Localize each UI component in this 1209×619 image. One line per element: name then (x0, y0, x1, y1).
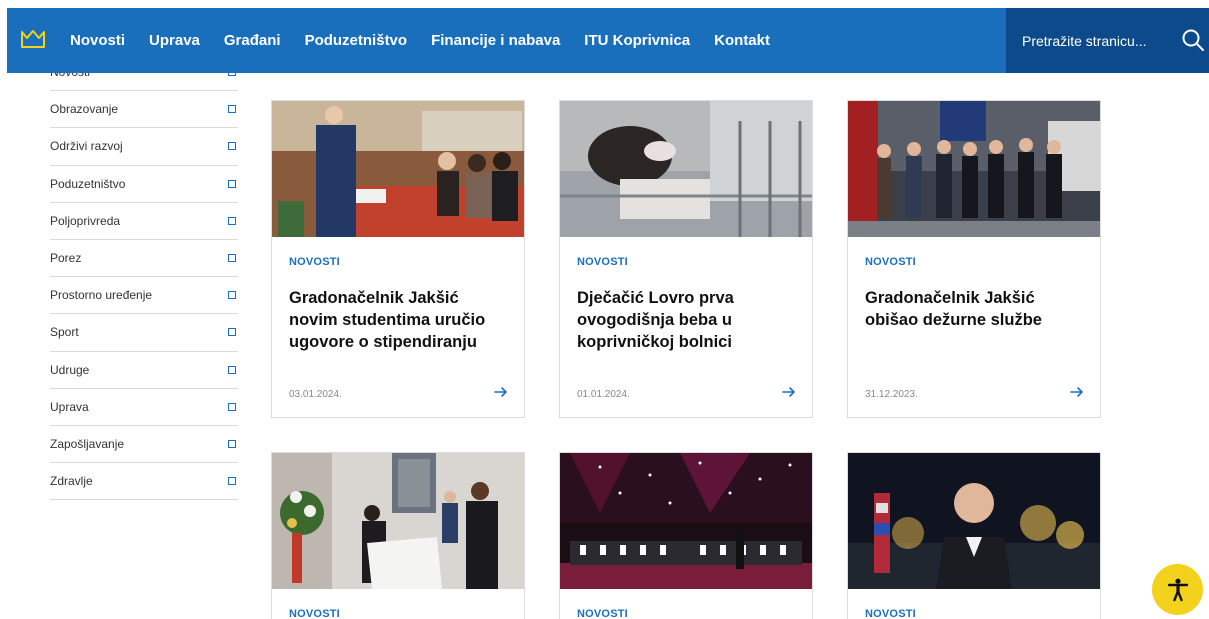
card-title[interactable]: Gradonačelnik Jakšić obišao dežurne služ… (865, 287, 1087, 331)
card-category[interactable]: NOVOSTI (577, 608, 628, 619)
card-date: 31.12.2023. (865, 389, 918, 400)
news-card[interactable]: NOVOSTI Gradonačelnik Jakšić obišao dežu… (847, 100, 1101, 418)
checkbox-icon[interactable] (228, 254, 236, 263)
news-image[interactable] (272, 453, 524, 589)
sidebar-item-label: Porez (50, 251, 82, 266)
card-category[interactable]: NOVOSTI (289, 608, 340, 619)
card-category[interactable]: NOVOSTI (577, 256, 628, 268)
news-image[interactable] (560, 101, 812, 237)
news-image[interactable] (848, 101, 1100, 237)
card-date: 03.01.2024. (289, 389, 342, 400)
sidebar-item-label: Poljoprivreda (50, 213, 121, 228)
sidebar-item-prostorno-uredenje[interactable]: Prostorno uređenje (50, 277, 238, 315)
site-header: Novosti Uprava Građani Poduzetništvo Fin… (7, 8, 1209, 73)
news-card[interactable]: NOVOSTI (559, 452, 813, 619)
nav-uprava[interactable]: Uprava (149, 32, 200, 49)
sidebar-item-odrzivi-razvoj[interactable]: Održivi razvoj (50, 128, 238, 166)
nav-kontakt[interactable]: Kontakt (714, 32, 770, 49)
checkbox-icon[interactable] (228, 179, 236, 188)
checkbox-icon[interactable] (228, 402, 236, 411)
news-card[interactable]: NOVOSTI Gradonačelnik Jakšić novim stude… (271, 100, 525, 418)
card-category[interactable]: NOVOSTI (865, 256, 916, 268)
sidebar-item-label: Poduzetništvo (50, 176, 126, 191)
nav-financije-i-nabava[interactable]: Financije i nabava (431, 32, 560, 49)
card-date: 01.01.2024. (577, 389, 630, 400)
checkbox-icon[interactable] (228, 477, 236, 486)
news-card[interactable]: NOVOSTI (847, 452, 1101, 619)
accessibility-button[interactable] (1152, 564, 1203, 615)
arrow-right-icon[interactable] (782, 385, 796, 399)
card-category[interactable]: NOVOSTI (865, 608, 916, 619)
nav-gradani[interactable]: Građani (224, 32, 281, 49)
arrow-right-icon[interactable] (1070, 385, 1084, 399)
checkbox-icon[interactable] (228, 291, 236, 300)
news-card[interactable]: NOVOSTI (271, 452, 525, 619)
sidebar-item-label: Udruge (50, 362, 90, 377)
sidebar-item-uprava[interactable]: Uprava (50, 389, 238, 426)
accessibility-icon (1167, 578, 1188, 601)
sidebar-item-udruge[interactable]: Udruge (50, 352, 238, 389)
sidebar-item-zaposljavanje[interactable]: Zapošljavanje (50, 426, 238, 464)
checkbox-icon[interactable] (228, 142, 236, 151)
sidebar-item-obrazovanje[interactable]: Obrazovanje (50, 91, 238, 129)
nav-itu-koprivnica[interactable]: ITU Koprivnica (584, 32, 690, 49)
arrow-right-icon[interactable] (494, 385, 508, 399)
sidebar-item-label: Održivi razvoj (50, 139, 123, 154)
crown-icon[interactable] (20, 28, 46, 50)
checkbox-icon[interactable] (228, 216, 236, 225)
card-title[interactable]: Dječačić Lovro prva ovogodišnja beba u k… (577, 287, 799, 353)
sidebar-item-label: Zapošljavanje (50, 436, 125, 451)
news-image[interactable] (272, 101, 524, 237)
category-sidebar: Novosti Obrazovanje Održivi razvoj Poduz… (50, 54, 238, 501)
checkbox-icon[interactable] (228, 328, 236, 337)
checkbox-icon[interactable] (228, 439, 236, 448)
main-nav: Novosti Uprava Građani Poduzetništvo Fin… (70, 8, 794, 73)
card-title[interactable]: Gradonačelnik Jakšić novim studentima ur… (289, 287, 511, 353)
nav-novosti[interactable]: Novosti (70, 32, 125, 49)
nav-poduzetnistvo[interactable]: Poduzetništvo (305, 32, 408, 49)
search-input[interactable] (1022, 32, 1162, 49)
sidebar-item-label: Sport (50, 325, 79, 340)
sidebar-item-label: Obrazovanje (50, 102, 119, 117)
news-image[interactable] (848, 453, 1100, 589)
search-box (1006, 8, 1209, 73)
sidebar-item-label: Zdravlje (50, 474, 93, 489)
sidebar-item-poduzetnistvo[interactable]: Poduzetništvo (50, 166, 238, 203)
sidebar-item-poljoprivreda[interactable]: Poljoprivreda (50, 203, 238, 240)
sidebar-item-sport[interactable]: Sport (50, 314, 238, 352)
news-image[interactable] (560, 453, 812, 589)
sidebar-item-zdravlje[interactable]: Zdravlje (50, 463, 238, 501)
sidebar-item-label: Uprava (50, 399, 89, 414)
sidebar-item-porez[interactable]: Porez (50, 240, 238, 278)
checkbox-icon[interactable] (228, 105, 236, 114)
search-icon[interactable] (1181, 28, 1205, 52)
news-card[interactable]: NOVOSTI Dječačić Lovro prva ovogodišnja … (559, 100, 813, 418)
card-category[interactable]: NOVOSTI (289, 256, 340, 268)
checkbox-icon[interactable] (228, 365, 236, 374)
sidebar-item-label: Prostorno uređenje (50, 288, 153, 303)
